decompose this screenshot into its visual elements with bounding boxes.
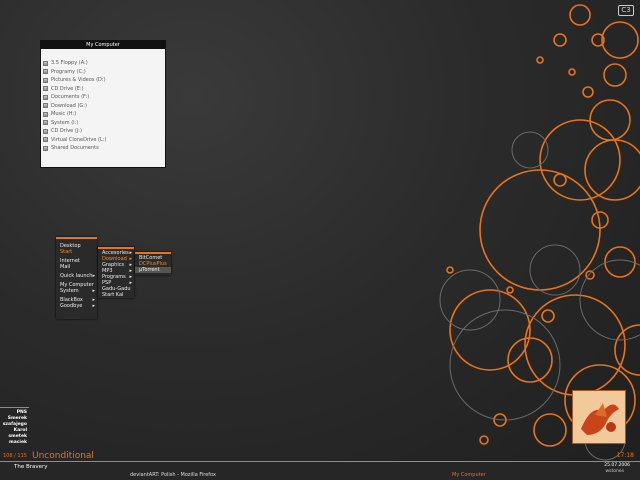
drive-label: Music (H:) <box>51 111 77 118</box>
now-playing-artist: The Bravery <box>14 464 48 470</box>
drive-item[interactable]: Programy (C:) <box>43 68 165 77</box>
drive-icon <box>43 111 48 117</box>
drive-list: 3.5 Floppy (A:) Programy (C:) Pictures & V… <box>41 49 165 153</box>
submenu-arrow-icon: ▸ <box>92 288 95 294</box>
menu-item-goodbye[interactable]: Goodbye ▸ <box>56 303 97 309</box>
drive-item[interactable]: Shared Documents <box>43 144 165 153</box>
drive-icon <box>43 86 48 92</box>
drive-label: Shared Documents <box>51 145 99 152</box>
drive-icon <box>43 77 48 83</box>
drive-item[interactable]: Virtual CloneDrive (L:) <box>43 136 165 145</box>
username: wstones <box>605 469 624 474</box>
album-art <box>572 390 626 444</box>
taskbar-item-my-computer[interactable]: My Computer <box>452 472 486 478</box>
drive-label: Documents (F:) <box>51 94 90 101</box>
submenu-arrow-icon: ▸ <box>92 303 95 309</box>
playlist-counter: 108 / 115 <box>3 453 27 459</box>
track-time: 17:18 <box>616 452 634 459</box>
drive-item[interactable]: Download (G:) <box>43 102 165 111</box>
contact-list: PNS Smerek szafajego Karol smetek maciek <box>0 407 29 448</box>
drive-item[interactable]: CD Drive (J:) <box>43 127 165 136</box>
drive-icon <box>43 103 48 109</box>
drive-label: CD Drive (J:) <box>51 128 82 135</box>
album-art-image <box>573 391 625 443</box>
drive-label: Programy (C:) <box>51 68 86 75</box>
drive-icon <box>43 69 48 75</box>
taskbar-item-firefox[interactable]: deviantART: Polish - Mozilla Firefox <box>130 472 216 478</box>
drive-item[interactable]: CD Drive (E:) <box>43 85 165 94</box>
drive-item[interactable]: System (I:) <box>43 119 165 128</box>
menu-item-system[interactable]: System ▸ <box>56 288 97 294</box>
drive-item[interactable]: Documents (F:) <box>43 93 165 102</box>
download-item-utorrent[interactable]: μTorrent <box>135 267 171 273</box>
taskbar: The Bravery deviantART: Polish - Mozilla… <box>0 462 640 480</box>
menu-item-label: Quick launch <box>60 273 93 279</box>
menu-item-quick-launch[interactable]: Quick launch ▸ <box>56 273 97 279</box>
drive-label: 3.5 Floppy (A:) <box>51 60 88 67</box>
drive-label: CD Drive (E:) <box>51 85 84 92</box>
drive-icon <box>43 94 48 100</box>
track-title[interactable]: Unconditional <box>32 451 94 461</box>
drive-item[interactable]: Pictures & Videos (D:) <box>43 76 165 85</box>
menu-item-label: Goodbye <box>60 303 83 309</box>
drive-icon <box>43 137 48 143</box>
menu-item-start[interactable]: Start <box>56 249 97 255</box>
drive-label: System (I:) <box>51 119 79 126</box>
player-bar: 108 / 115 Unconditional 17:18 <box>0 451 640 461</box>
menu-item-label: System <box>60 288 79 294</box>
submenu-arrow-icon: ▸ <box>92 273 95 279</box>
start-submenu: Accesories ▸ Download ▸ Graphics ▸ MP3 ▸ Pro… <box>98 247 134 298</box>
clock-date: 25.07.2006 <box>604 463 630 468</box>
my-computer-window[interactable]: My Computer 3.5 Floppy (A:) Programy (C:)… <box>40 40 166 168</box>
drive-icon <box>43 120 48 126</box>
download-submenu: BitComet DCPlusPlus μTorrent <box>135 252 171 275</box>
drive-label: Download (G:) <box>51 102 87 109</box>
contact-item[interactable]: maciek <box>0 440 29 446</box>
submenu-item-start-kal[interactable]: Start Kal <box>98 292 134 298</box>
drive-label: Pictures & Videos (D:) <box>51 77 106 84</box>
drive-icon <box>43 145 48 151</box>
window-title: My Computer <box>41 41 165 49</box>
drive-icon <box>43 128 48 134</box>
drive-item[interactable]: Music (H:) <box>43 110 165 119</box>
start-menu: Desktop Start Internet Mail Quick launch… <box>56 237 97 319</box>
app-logo: C3 <box>618 5 634 16</box>
drive-label: Virtual CloneDrive (L:) <box>51 136 107 143</box>
drive-item[interactable]: 3.5 Floppy (A:) <box>43 59 165 68</box>
menu-item-mail[interactable]: Mail <box>56 264 97 270</box>
drive-icon <box>43 60 48 66</box>
